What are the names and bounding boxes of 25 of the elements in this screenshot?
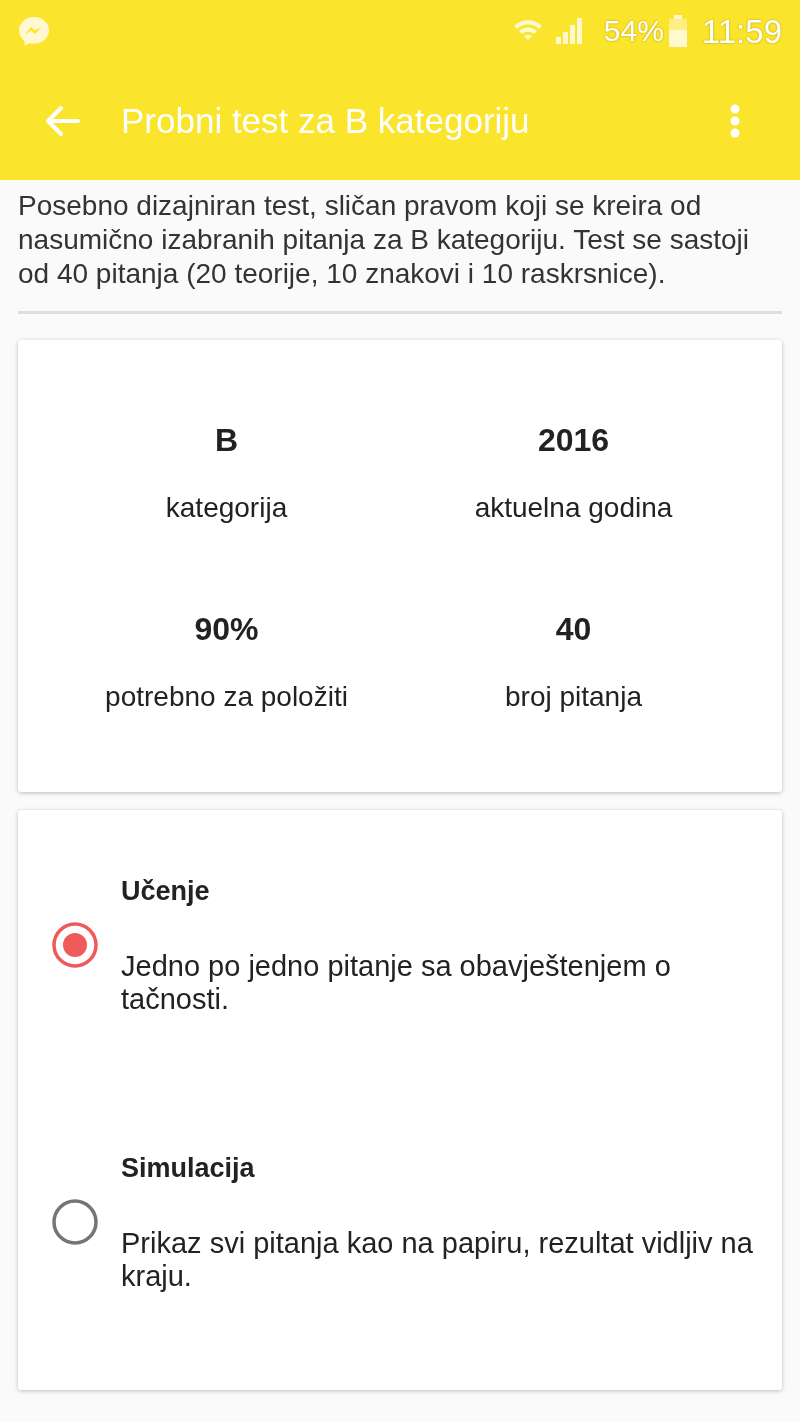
stat-label: potrebno za položiti xyxy=(105,681,348,713)
mode-description: Prikaz svi pitanja kao na papiru, rezultat vidljiv na kraju. xyxy=(121,1227,754,1293)
chat-bubble-icon xyxy=(18,16,50,46)
stat-value: 2016 xyxy=(537,422,610,458)
battery-icon xyxy=(667,15,688,47)
mode-option[interactable]: Simulacija Prikaz svi pitanja kao na papiru, rezultat vidljiv na kraju. xyxy=(18,1153,782,1293)
back-arrow-icon xyxy=(44,105,80,137)
stat-label: broj pitanja xyxy=(505,681,642,713)
stat-value: B xyxy=(214,422,239,458)
mode-title: Simulacija xyxy=(121,1153,256,1183)
more-vertical-icon xyxy=(730,104,740,138)
mode-option[interactable]: Učenje Jedno po jedno pitanje sa obavještenjem o tačnosti. xyxy=(18,876,782,1016)
signal-icon xyxy=(553,17,584,45)
stat-label: kategorija xyxy=(165,492,288,524)
stat-value: 40 xyxy=(555,611,592,647)
mode-title: Učenje xyxy=(121,876,211,906)
clock-time: 11:59 xyxy=(701,14,782,48)
stat-label: aktuelna godina xyxy=(474,492,673,524)
battery-percentage: 54% xyxy=(603,16,664,46)
radio-unselected-icon[interactable] xyxy=(52,1199,98,1245)
stat-value: 90% xyxy=(194,611,259,647)
radio-selected-icon[interactable] xyxy=(52,922,98,968)
screen-title: Probni test za B kategoriju xyxy=(121,101,530,141)
test-description: Posebno dizajniran test, sličan pravom koji se kreira od nasumično izabranih pitanja za B kategoriju. Test se sastoji od 40 pitanja (20 teorije, 10 znakovi i 10 raskrsnice). xyxy=(18,189,750,291)
mode-description: Jedno po jedno pitanje sa obavještenjem o tačnosti. xyxy=(121,950,672,1016)
